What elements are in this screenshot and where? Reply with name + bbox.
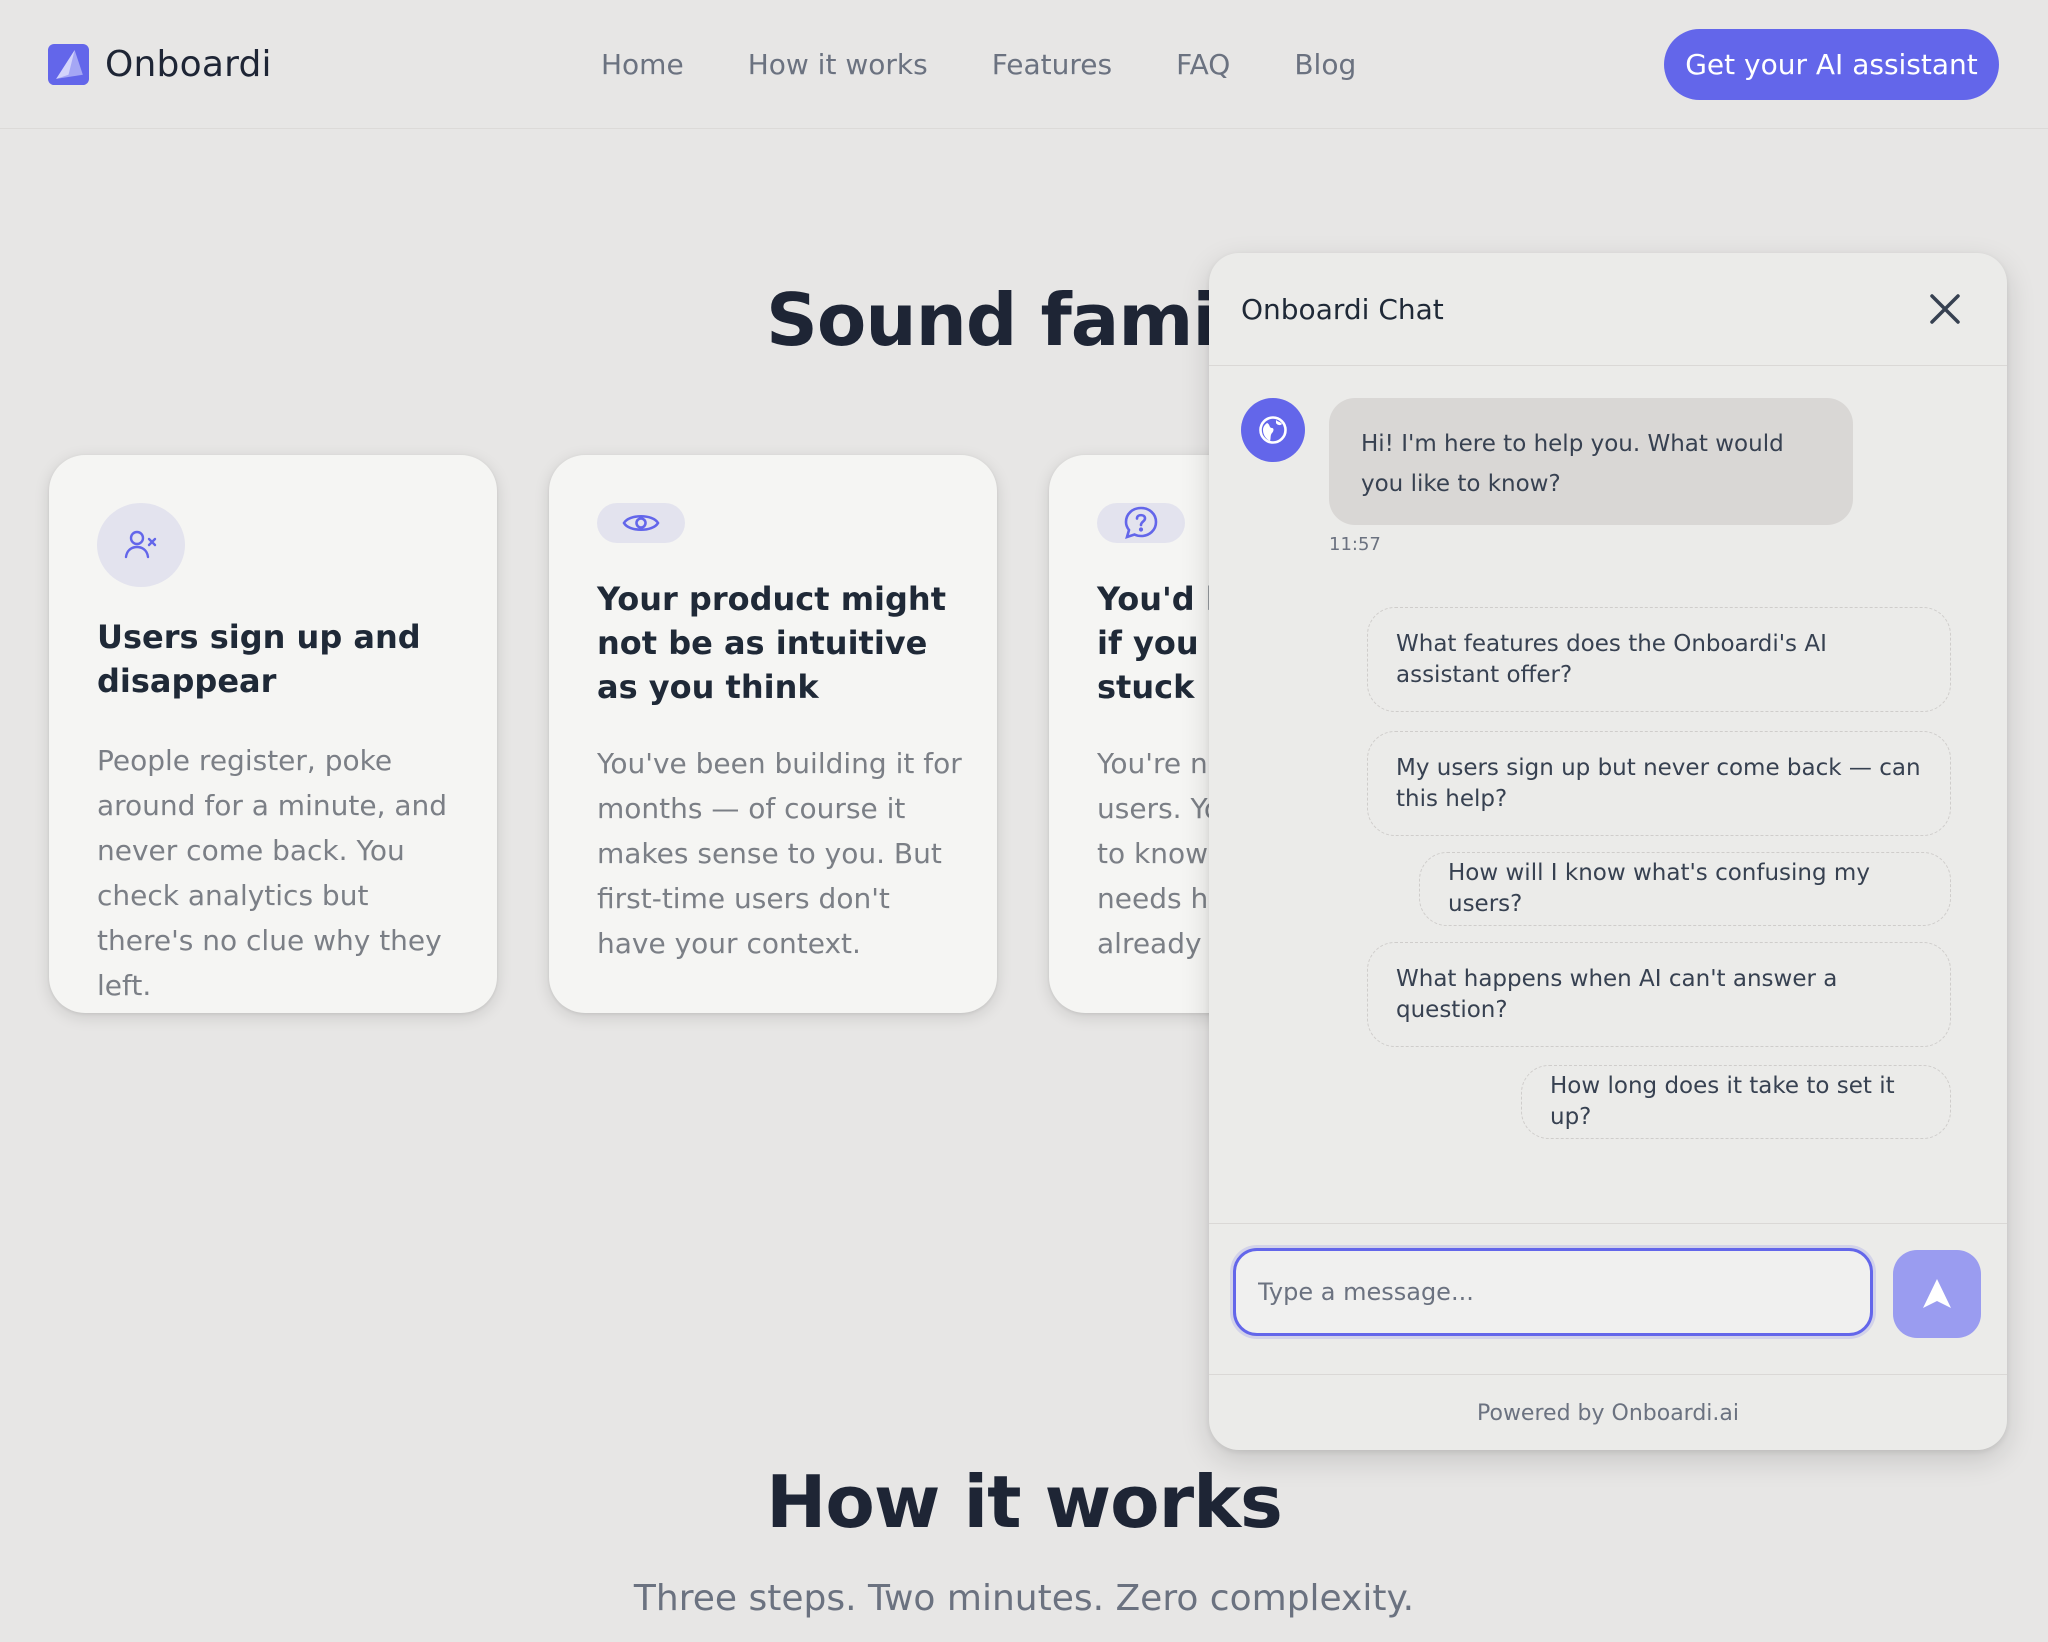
user-x-icon xyxy=(97,503,185,587)
help-chat-icon xyxy=(1097,503,1185,543)
nav-links: Home How it works Features FAQ Blog xyxy=(601,44,1420,86)
top-nav: Onboardi Home How it works Features FAQ … xyxy=(0,0,2048,129)
bot-avatar xyxy=(1241,398,1305,462)
chat-header: Onboardi Chat xyxy=(1209,253,2007,366)
card-text: People register, poke around for a minut… xyxy=(97,744,448,1002)
card-title: Your product might not be as intuitive a… xyxy=(597,580,946,706)
problem-card: Users sign up and disappear People regis… xyxy=(49,455,497,1013)
close-icon[interactable] xyxy=(1923,287,1967,331)
bot-message-bubble: Hi! I'm here to help you. What would you… xyxy=(1329,398,1853,525)
how-it-works-subtitle: Three steps. Two minutes. Zero complexit… xyxy=(633,1578,1415,1619)
suggested-question[interactable]: How will I know what's confusing my user… xyxy=(1419,852,1951,926)
nav-blog[interactable]: Blog xyxy=(1294,44,1356,86)
powered-by: Powered by Onboardi.ai xyxy=(1477,1401,1739,1426)
nav-features[interactable]: Features xyxy=(992,44,1112,86)
send-icon xyxy=(1923,1279,1951,1308)
chat-input-bar xyxy=(1209,1223,2007,1375)
logo-icon xyxy=(48,44,89,85)
suggested-question[interactable]: What features does the Onboardi's AI ass… xyxy=(1367,607,1951,712)
card-title: Users sign up and disappear xyxy=(97,618,421,700)
message-timestamp: 11:57 xyxy=(1329,534,1381,555)
send-button[interactable] xyxy=(1893,1250,1981,1338)
suggested-question[interactable]: My users sign up but never come back — c… xyxy=(1367,731,1951,836)
suggested-question[interactable]: How long does it take to set it up? xyxy=(1521,1065,1951,1139)
nav-how-it-works[interactable]: How it works xyxy=(748,44,928,86)
brand-name: Onboardi xyxy=(105,44,272,85)
chat-widget: Onboardi Chat Hi! I'm here to help you. … xyxy=(1209,253,2007,1450)
chat-title: Onboardi Chat xyxy=(1241,293,1444,326)
how-it-works-title: How it works xyxy=(766,1460,1283,1544)
get-ai-assistant-button[interactable]: Get your AI assistant xyxy=(1664,29,1999,100)
eye-icon xyxy=(597,503,685,543)
message-input[interactable] xyxy=(1233,1248,1873,1336)
card-text: You've been building it for months — of … xyxy=(597,747,962,960)
brand-logo[interactable]: Onboardi xyxy=(48,44,272,85)
globe-icon xyxy=(1259,416,1287,444)
suggested-question[interactable]: What happens when AI can't answer a ques… xyxy=(1367,942,1951,1047)
problem-card: Your product might not be as intuitive a… xyxy=(549,455,997,1013)
nav-home[interactable]: Home xyxy=(601,44,684,86)
nav-faq[interactable]: FAQ xyxy=(1176,44,1230,86)
